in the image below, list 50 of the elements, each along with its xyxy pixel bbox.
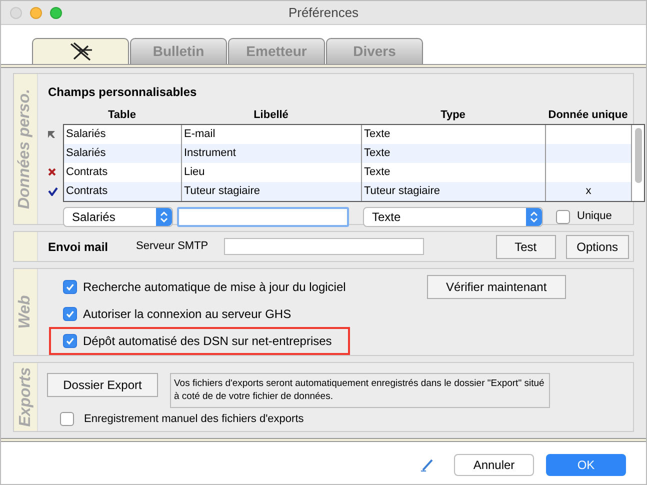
stepper-icon	[526, 208, 542, 226]
checkmark-icon	[65, 308, 75, 318]
mail-button[interactable]: Test	[496, 234, 556, 258]
zoom-button[interactable]	[50, 6, 62, 18]
checkbox-label: Autoriser la connexion au serveur GHS	[83, 306, 292, 322]
table-select[interactable]: Salariés	[63, 206, 173, 226]
window-title: Préférences	[287, 4, 360, 22]
table-row[interactable]: Contrats Lieu Texte	[64, 162, 632, 182]
checkbox[interactable]	[63, 306, 77, 320]
check-now-button[interactable]: Vérifier maintenant	[426, 274, 566, 298]
section-title: Envoi mail	[48, 238, 110, 256]
section-title: Champs personnalisables	[48, 84, 198, 101]
minimize-button[interactable]	[30, 6, 42, 18]
table-row[interactable]: Salariés Instrument Texte	[64, 144, 632, 162]
table-cell: Tuteur stagiaire	[182, 182, 362, 200]
label-input-field[interactable]	[177, 206, 349, 226]
export-note: Vos fichiers d'exports seront automatiquement enregistrés dans le dossier "Export" situé à coté de de votre fichier de données.	[170, 373, 550, 408]
checkbox-label: Dépôt automatisé des DSN sur net-entreprises	[83, 332, 332, 350]
field-label: Serveur SMTP	[136, 239, 210, 254]
checkbox-label: Unique	[577, 209, 612, 224]
ok-button[interactable]: OK	[546, 454, 626, 476]
stepper-icon	[156, 208, 172, 226]
column-header: Libellé	[252, 108, 290, 123]
checkmark-icon	[65, 282, 75, 292]
column-header: Type	[440, 108, 466, 123]
cancel-button[interactable]: Annuler	[454, 454, 534, 476]
column-header: Donnée unique	[547, 108, 629, 123]
type-select[interactable]: Texte	[363, 206, 543, 226]
checkbox[interactable]	[556, 210, 570, 224]
tab[interactable]	[32, 38, 129, 64]
table-row[interactable]: Contrats Tuteur stagiaire Tuteur stagiaire x	[64, 182, 632, 200]
pen-icon	[420, 458, 434, 472]
section-label: Exports	[16, 367, 34, 427]
column-header: Table	[107, 108, 137, 123]
mail-button[interactable]: Options	[566, 234, 629, 258]
checkmark-icon	[65, 336, 75, 346]
table-cell: Contrats	[64, 182, 182, 200]
table-cell: Tuteur stagiaire	[362, 182, 546, 200]
section-label: Web	[16, 295, 34, 329]
section-label: Données perso.	[16, 88, 34, 210]
checkbox[interactable]	[63, 280, 77, 294]
checkbox-label: Enregistrement manuel des fichiers d'exports	[84, 412, 304, 427]
section-strip	[14, 232, 38, 261]
smtp-input-field[interactable]	[224, 238, 424, 255]
table-row[interactable]: Salariés E-mail Texte	[64, 124, 632, 144]
checkbox[interactable]	[60, 412, 74, 426]
export-folder-button[interactable]: Dossier Export	[47, 373, 158, 397]
tools-icon	[68, 42, 94, 62]
checkbox[interactable]	[63, 334, 77, 348]
checkbox-label: Recherche automatique de mise à jour du logiciel	[83, 278, 346, 296]
